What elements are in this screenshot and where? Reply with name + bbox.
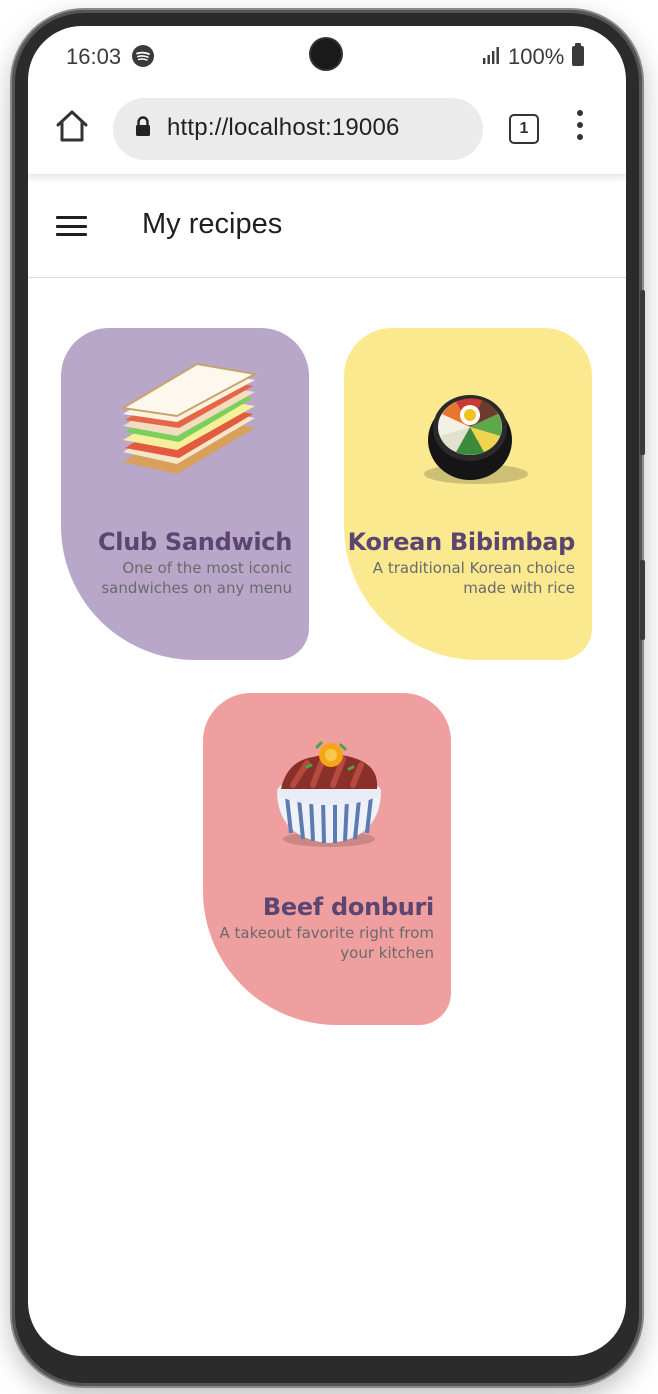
club-sandwich-image: [120, 362, 259, 474]
recipe-card-korean-bibimbap[interactable]: Korean Bibimbap A traditional Korean cho…: [344, 328, 592, 660]
signal-icon: [482, 45, 502, 71]
url-bar[interactable]: http://localhost:19006: [113, 98, 483, 160]
home-button[interactable]: [54, 108, 90, 144]
screen: 16:03 100% http://localhost:19006 1 My r…: [28, 26, 626, 1356]
status-bar: 16:03 100%: [28, 26, 626, 86]
lock-icon: [135, 116, 151, 143]
power-button: [640, 290, 645, 455]
recipe-title: Beef donburi: [262, 893, 434, 921]
app-header: My recipes: [28, 174, 626, 278]
status-time: 16:03: [66, 44, 122, 69]
volume-button: [640, 560, 645, 640]
page-title: My recipes: [142, 208, 283, 240]
recipe-description: A takeout favorite right from your kitch…: [219, 924, 434, 962]
tabs-button[interactable]: 1: [509, 114, 539, 144]
bibimbap-image: [424, 395, 528, 484]
beef-donburi-image: [277, 741, 381, 847]
browser-toolbar: http://localhost:19006 1: [28, 86, 626, 174]
battery-icon: [572, 43, 584, 66]
front-camera: [311, 39, 341, 69]
battery-percentage: 100%: [508, 44, 565, 69]
recipe-description: One of the most iconic sandwiches on any…: [101, 559, 292, 597]
more-vert-icon[interactable]: [572, 110, 588, 144]
url-text: http://localhost:19006: [167, 114, 400, 141]
recipe-title: Club Sandwich: [97, 528, 292, 556]
spotify-icon: [132, 45, 154, 67]
recipe-card-club-sandwich[interactable]: Club Sandwich One of the most iconic san…: [61, 328, 309, 660]
recipe-card-beef-donburi[interactable]: Beef donburi A takeout favorite right fr…: [203, 693, 451, 1025]
recipe-description: A traditional Korean choice made with ri…: [372, 559, 575, 597]
menu-icon[interactable]: [56, 216, 87, 236]
home-icon: [56, 110, 88, 142]
recipe-title: Korean Bibimbap: [347, 528, 576, 556]
tab-count: 1: [519, 120, 529, 137]
